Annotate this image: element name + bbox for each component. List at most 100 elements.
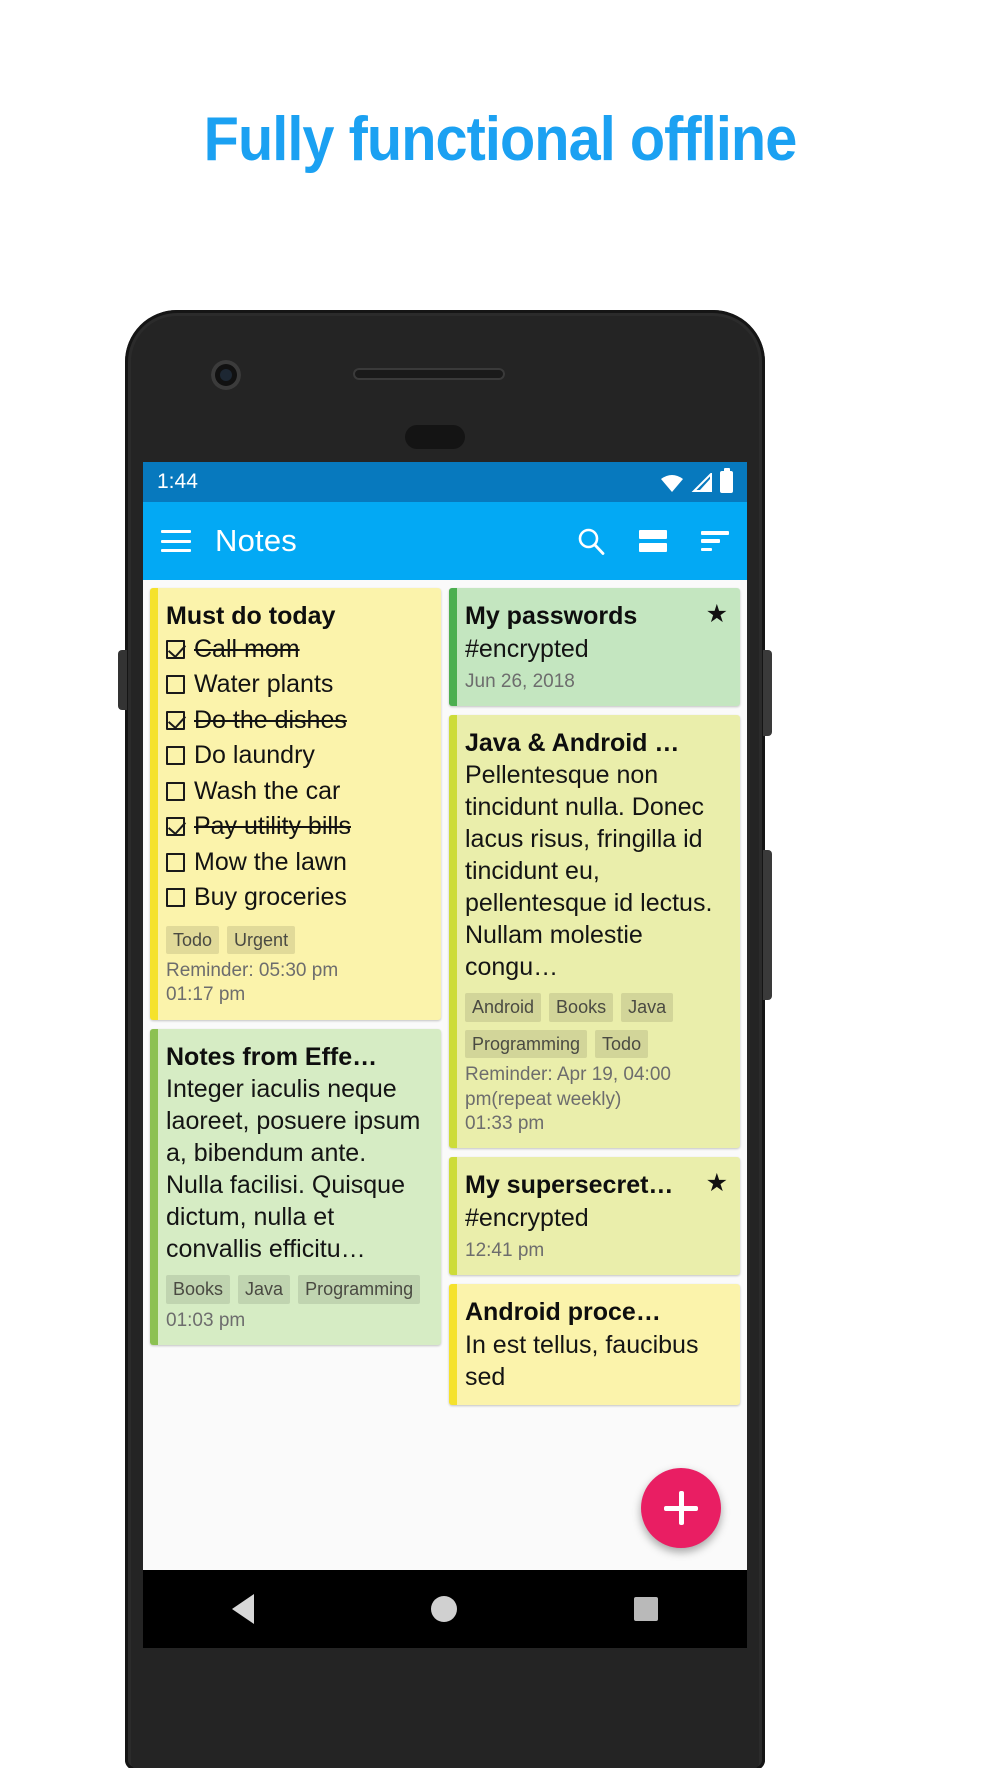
tag-chip[interactable]: Android [465,993,542,1022]
note-body-text: Integer iaculis neque laoreet, posuere i… [166,1075,421,1264]
star-icon[interactable]: ★ [706,1171,728,1196]
tag-chip[interactable]: Todo [595,1029,649,1059]
promo-screenshot: Fully functional offline 1:44 Notes Must… [0,0,1000,1768]
note-card-my-passwords[interactable]: My passwords ★ #encrypted Jun 26, 2018 [449,588,740,706]
new-note-fab[interactable] [641,1468,721,1548]
note-header: Must do today [166,602,429,632]
tag-chip[interactable]: Java [238,1275,291,1304]
status-bar: 1:44 [143,462,747,502]
note-timestamp: 01:33 pm [465,1112,545,1134]
checkbox-checked-icon[interactable] [166,639,185,659]
checklist-item-label: Mow the lawn [194,847,347,876]
tag-chip[interactable]: Todo [166,925,220,954]
earpiece-speaker [353,368,505,380]
note-header: Android proce… [465,1298,728,1328]
checklist-item[interactable]: Mow the lawn [166,845,429,881]
phone-left-button [118,650,127,710]
checklist-item-label: Water plants [194,670,334,698]
note-title: Java & Android … [465,728,680,757]
note-body-text: #encrypted [465,1203,589,1232]
note-header: My supersecret… ★ [465,1171,728,1201]
checkbox-checked-icon[interactable] [166,817,185,837]
note-timestamp: 01:17 pm [166,984,246,1006]
home-icon[interactable] [430,1596,457,1622]
checklist-item[interactable]: Call mom [166,632,429,668]
note-card-java-and-android[interactable]: Java & Android … Pellentesque non tincidu… [449,714,740,1149]
checkbox-unchecked-icon[interactable] [166,675,185,695]
note-color-stripe [449,588,457,706]
app-bar: Notes [143,502,747,580]
layout-view-icon[interactable] [639,530,667,552]
note-title: Notes from Effe… [166,1042,378,1071]
hamburger-menu-icon[interactable] [161,530,191,552]
phone-screen: 1:44 Notes Must do today Call mom Water … [143,462,747,1570]
front-camera-icon [211,360,241,390]
tag-chip[interactable]: Books [166,1275,231,1304]
checkbox-unchecked-icon[interactable] [166,888,185,908]
note-timestamp: Jun 26, 2018 [465,670,575,692]
note-reminder: Reminder: Apr 19, 04:00 pm(repeat weekly… [465,1064,671,1110]
phone-power-button [763,650,772,736]
checklist-item-label: Pay utility bills [194,812,351,840]
note-header: Notes from Effe… [166,1043,429,1073]
note-timestamp: 01:03 pm [166,1309,246,1331]
note-title: Android proce… [465,1298,661,1327]
checklist-item[interactable]: Water plants [166,667,429,703]
note-body-text: In est tellus, faucibus sed [465,1330,699,1391]
checklist-item[interactable]: Buy groceries [166,880,429,916]
note-header: Java & Android … [465,729,728,759]
note-body-text: #encrypted [465,634,589,663]
note-color-stripe [449,1284,457,1405]
app-bar-title: Notes [215,523,297,558]
note-color-stripe [449,714,457,1149]
tag-chip[interactable]: Books [549,993,614,1022]
status-icons [660,468,733,493]
checklist-item-label: Do the dishes [194,705,347,734]
checkbox-unchecked-icon[interactable] [166,746,185,766]
note-title: Must do today [166,602,336,630]
checklist-item[interactable]: Wash the car [166,774,429,810]
checklist-item[interactable]: Do the dishes [166,703,429,739]
back-icon[interactable] [231,1594,254,1624]
checkbox-unchecked-icon[interactable] [166,781,185,801]
checklist-item-label: Buy groceries [194,883,347,911]
note-tags: Books Java Programming [166,1275,429,1304]
note-tags: Android Books Java Programming Todo [465,993,728,1059]
note-card-notes-from-effective-java[interactable]: Notes from Effe… Integer iaculis neque la… [150,1028,441,1345]
page-title: Fully functional offline [203,105,798,174]
plus-icon [664,1491,698,1525]
sort-icon[interactable] [701,531,729,551]
recents-icon[interactable] [634,1597,659,1621]
note-card-android-process[interactable]: Android proce… In est tellus, faucibus se… [449,1284,740,1405]
signal-icon [691,472,712,492]
notes-column-left: Must do today Call mom Water plants Do the … [150,588,441,1345]
checklist-item-label: Wash the car [194,776,341,805]
note-timestamp: 12:41 pm [465,1239,545,1261]
note-reminder: Reminder: 05:30 pm [166,960,339,981]
app-bar-actions [577,527,729,555]
star-icon[interactable]: ★ [706,602,728,627]
wifi-icon [661,474,683,492]
android-nav-bar [143,1570,747,1648]
tag-chip[interactable]: Programming [465,1029,588,1059]
note-color-stripe [150,1028,158,1345]
checkbox-checked-icon[interactable] [166,710,185,730]
note-header: My passwords ★ [465,602,728,632]
phone-volume-button [763,850,772,1000]
note-title: My passwords [465,602,638,630]
search-icon[interactable] [577,527,605,555]
notes-grid[interactable]: Must do today Call mom Water plants Do the … [143,580,747,1570]
phone-device-frame: 1:44 Notes Must do today Call mom Water … [118,310,772,1768]
tag-chip[interactable]: Java [621,993,674,1022]
tag-chip[interactable]: Programming [298,1275,421,1304]
note-card-must-do-today[interactable]: Must do today Call mom Water plants Do the … [150,588,441,1020]
checklist-item-label: Do laundry [194,741,315,769]
note-color-stripe [150,588,158,1020]
tag-chip[interactable]: Urgent [227,925,296,954]
proximity-sensor [405,425,465,449]
checklist-item[interactable]: Do laundry [166,738,429,774]
checkbox-unchecked-icon[interactable] [166,852,185,872]
checklist-item[interactable]: Pay utility bills [166,809,429,845]
battery-icon [720,468,733,493]
note-card-my-supersecret[interactable]: My supersecret… ★ #encrypted 12:41 pm [449,1157,740,1276]
